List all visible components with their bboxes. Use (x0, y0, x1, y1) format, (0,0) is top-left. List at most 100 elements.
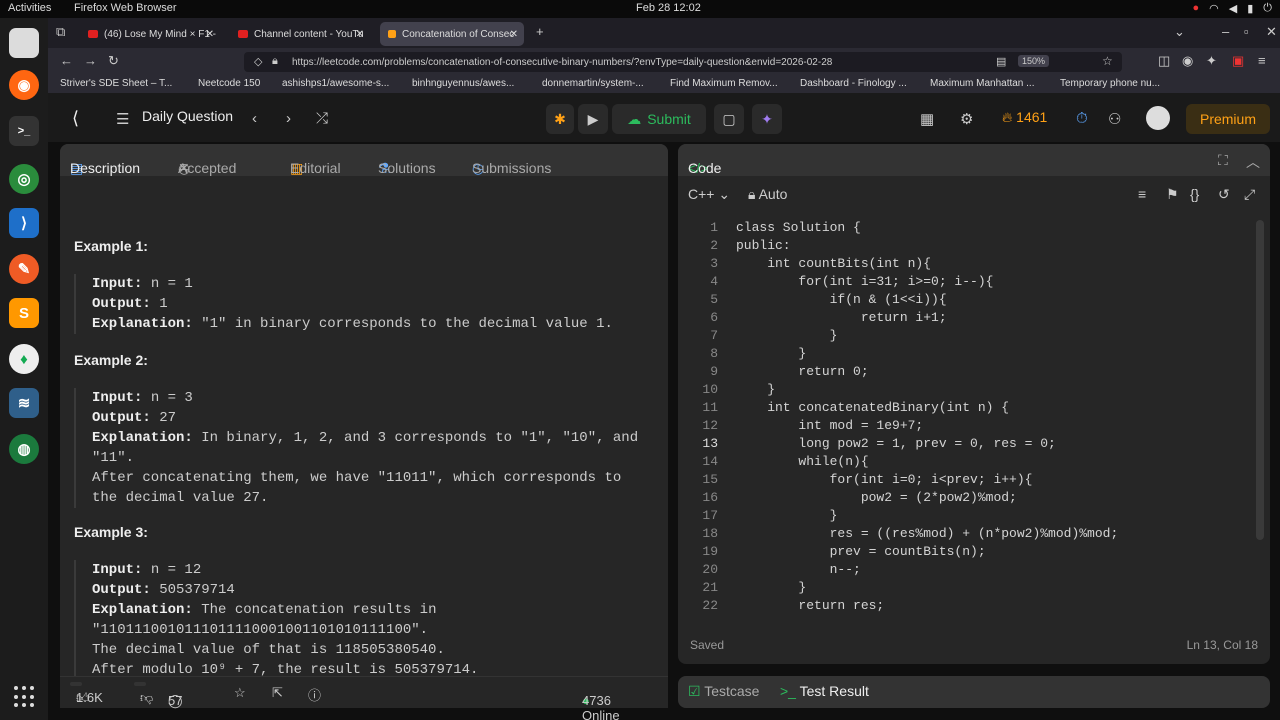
favorite-star-icon[interactable]: ☆ (234, 685, 246, 701)
format-icon[interactable]: ≡ (1138, 186, 1146, 202)
extensions-icon[interactable]: ✦ (1206, 53, 1217, 69)
forward-icon[interactable]: → (84, 53, 97, 68)
account-icon[interactable]: ◉ (1182, 53, 1193, 69)
settings-gear-icon[interactable]: ⚙ (960, 110, 973, 128)
reader-icon[interactable]: ▤ (996, 55, 1006, 68)
activities-button[interactable]: Activities (8, 2, 51, 14)
close-tab-icon[interactable]: ✕ (356, 29, 364, 40)
explanation-line: After concatenating them, we have "11011… (92, 470, 622, 486)
close-tab-icon[interactable]: ✕ (178, 160, 190, 177)
bookmark-item[interactable]: donnemartin/system-... (542, 78, 644, 89)
bookmark-item[interactable]: Neetcode 150 (198, 78, 260, 89)
bookmark-item[interactable]: binhnguyennus/awes... (412, 78, 514, 89)
expand-icon[interactable]: ⤢ (1244, 186, 1255, 203)
tab-testcase[interactable]: ☑ Testcase (688, 683, 759, 700)
bookmark-item[interactable]: ashishps1/awesome-s... (282, 78, 389, 89)
checkbox-icon: ☑ (688, 683, 701, 699)
prev-problem-icon[interactable]: ‹ (252, 110, 257, 127)
premium-button[interactable]: Premium (1186, 104, 1270, 134)
daily-question-link[interactable]: Daily Question (142, 108, 233, 124)
system-tray[interactable]: ● ◠ ◀ ▮ ⏻ (1193, 2, 1273, 15)
bookmark-icon[interactable]: ⚑ (1166, 186, 1179, 203)
bookmark-item[interactable]: Maximum Manhattan ... (930, 78, 1034, 89)
tab-test-result[interactable]: >_ Test Result (780, 683, 869, 699)
debug-button[interactable]: ✱ (546, 104, 574, 134)
braces-icon[interactable]: {} (1190, 186, 1199, 202)
code-text: } (736, 382, 776, 397)
bookmark-item[interactable]: Dashboard - Finology ... (800, 78, 907, 89)
close-window-icon[interactable]: ✕ (1266, 24, 1277, 40)
bookmark-star-icon[interactable]: ☆ (1102, 54, 1113, 68)
tab-youtube-music[interactable]: (46) Lose My Mind × F1 - ✕ (80, 22, 220, 46)
code-editor[interactable]: 1 class Solution {2 public: 3 int countBits… (678, 220, 1258, 620)
bookmark-item[interactable]: Striver's SDE Sheet – T... (60, 78, 172, 89)
submit-button[interactable]: ☁ Submit (612, 104, 706, 134)
avatar[interactable] (1146, 106, 1170, 130)
bookmark-item[interactable]: Find Maximum Remov... (670, 78, 778, 89)
back-icon[interactable]: ← (60, 53, 73, 68)
language-select[interactable]: C++ ⌄ (688, 186, 730, 203)
addon-icon[interactable]: ▣ (1232, 53, 1244, 69)
line-number: 4 (710, 274, 718, 289)
postman-icon[interactable]: ✎ (9, 254, 39, 284)
new-tab-icon[interactable]: + (536, 24, 544, 39)
code-text: return 0; (736, 364, 869, 379)
like-button[interactable]: 👍︎ 1.6K (70, 682, 103, 705)
sublime-icon[interactable]: S (9, 298, 39, 328)
show-apps-icon[interactable] (14, 686, 36, 708)
bookmark-item[interactable]: Temporary phone nu... (1060, 78, 1160, 89)
line-number: 15 (702, 472, 718, 487)
tab-label: (46) Lose My Mind × F1 - (104, 28, 216, 40)
chrome-icon[interactable]: ◎ (9, 164, 39, 194)
close-tab-icon[interactable]: ✕ (510, 29, 518, 40)
maximize-icon[interactable]: ▫ (1244, 24, 1249, 39)
list-tabs-icon[interactable]: ⌄ (1174, 24, 1185, 40)
app-menu-label[interactable]: Firefox Web Browser (74, 2, 177, 14)
run-button[interactable]: ▶ (578, 104, 608, 134)
reset-icon[interactable]: ↺ (1218, 186, 1230, 203)
files-icon[interactable] (9, 28, 39, 58)
example-title: Example 1: (74, 238, 148, 254)
add-friend-icon[interactable]: ⚇ (1108, 110, 1121, 128)
vscode-icon[interactable]: ⟩ (9, 208, 39, 238)
notes-button[interactable]: ▢ (714, 104, 744, 134)
mongodb-icon[interactable]: ♦ (9, 344, 39, 374)
leetcode-logo-icon[interactable]: ⟨ (72, 108, 79, 129)
tab-overview-icon[interactable]: ⧉ (56, 24, 65, 40)
ai-assist-button[interactable]: ✦ (752, 104, 782, 134)
shield-icon: ◇ (254, 56, 263, 68)
description-content: Example 1: Input: n = 1 Output: 1 Explan… (60, 176, 668, 676)
tab-youtube-studio[interactable]: Channel content - YouTu ✕ (230, 22, 370, 46)
collapse-icon[interactable]: ︿ (1246, 152, 1260, 172)
code-text: for(int i=0; i<prev; i++){ (736, 472, 1033, 487)
line-number: 8 (710, 346, 718, 361)
zoom-indicator[interactable]: 150% (1018, 55, 1050, 67)
url-text: https://leetcode.com/problems/concatenat… (292, 56, 833, 68)
share-icon[interactable]: ⇱ (272, 685, 283, 701)
editor-scrollbar[interactable] (1256, 220, 1264, 540)
globe-icon[interactable]: ◍ (9, 434, 39, 464)
clock[interactable]: Feb 28 12:02 (636, 2, 701, 14)
minimize-icon[interactable]: – (1222, 24, 1229, 39)
autocomplete-toggle[interactable]: 🔒︎ Auto (748, 186, 787, 203)
help-icon[interactable]: ⓘ (308, 685, 321, 704)
pocket-icon[interactable]: ◫ (1158, 53, 1170, 69)
streak-counter[interactable]: 🔥︎ 1461 (1002, 109, 1047, 126)
fullscreen-icon[interactable]: ⛶ (1218, 152, 1228, 169)
problem-list-icon[interactable]: ☰ (116, 110, 129, 128)
mysql-workbench-icon[interactable]: ≋ (9, 388, 39, 418)
bookmarks-toolbar: Striver's SDE Sheet – T... Neetcode 150 … (48, 74, 1280, 94)
shuffle-icon[interactable]: ⤮ (316, 110, 328, 127)
next-problem-icon[interactable]: › (286, 110, 291, 127)
layout-icon[interactable]: ▦ (920, 110, 934, 128)
close-tab-icon[interactable]: ✕ (206, 29, 214, 40)
terminal-icon[interactable]: >_ (9, 116, 39, 146)
timer-icon[interactable]: ⏱ (1076, 110, 1088, 127)
menu-icon[interactable]: ≡ (1258, 53, 1266, 68)
dislike-button[interactable]: 👎︎ (134, 682, 153, 705)
url-field[interactable]: ◇ 🔒︎ https://leetcode.com/problems/conca… (244, 52, 1122, 72)
tab-leetcode[interactable]: Concatenation of Consec ✕ (380, 22, 524, 46)
editor-status-bar: Saved Ln 13, Col 18 (678, 638, 1270, 658)
reload-icon[interactable]: ↻ (108, 53, 119, 69)
firefox-icon[interactable]: ◉ (9, 70, 39, 100)
